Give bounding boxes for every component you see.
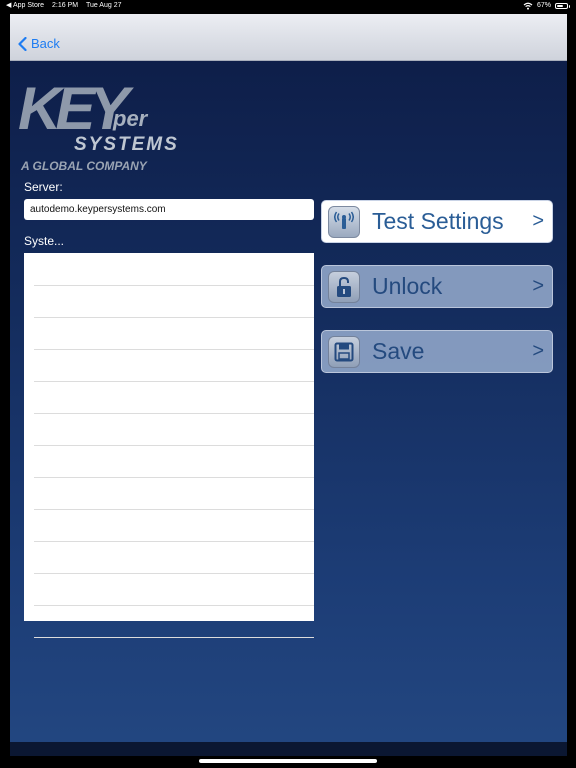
navigation-bar: Back <box>10 14 567 61</box>
floppy-disk-icon <box>328 335 360 368</box>
list-item[interactable] <box>34 317 314 318</box>
bottom-bar <box>10 742 567 756</box>
list-item[interactable] <box>34 349 314 350</box>
server-label: Server: <box>24 180 63 194</box>
test-settings-label: Test Settings <box>372 208 504 234</box>
battery-fill <box>557 5 564 7</box>
status-date: Tue Aug 27 <box>85 2 122 9</box>
unlock-padlock-icon <box>328 270 360 303</box>
unlock-label: Unlock <box>372 273 443 299</box>
unlock-button[interactable]: Unlock > <box>321 265 553 308</box>
list-item[interactable] <box>34 509 314 510</box>
test-settings-button[interactable]: Test Settings > <box>321 200 553 243</box>
app-panel: Back KEY per SYSTEMS A GLOBAL COMPANY Se… <box>10 14 567 756</box>
list-item[interactable] <box>34 381 314 382</box>
save-label: Save <box>372 338 425 364</box>
home-indicator[interactable] <box>199 759 377 763</box>
chevron-left-icon <box>18 36 27 51</box>
status-time: 2:16 PM <box>52 2 79 9</box>
status-right: 67% <box>523 0 570 12</box>
antenna-icon <box>328 205 360 238</box>
save-button[interactable]: Save > <box>321 330 553 373</box>
list-item[interactable] <box>34 285 314 286</box>
back-label: Back <box>31 36 60 51</box>
list-item[interactable] <box>34 637 314 638</box>
back-to-app-link[interactable]: ◀ App Store <box>6 2 44 9</box>
status-left: ◀ App Store 2:16 PM Tue Aug 27 <box>6 0 127 12</box>
list-item[interactable] <box>34 573 314 574</box>
list-item[interactable] <box>34 541 314 542</box>
chevron-right-icon: > <box>532 340 544 362</box>
list-item[interactable] <box>34 477 314 478</box>
system-list[interactable] <box>24 253 314 638</box>
battery-percent: 67% <box>536 2 551 9</box>
status-bar: ◀ App Store 2:16 PM Tue Aug 27 67% <box>0 0 576 12</box>
logo-systems-text: SYSTEMS <box>74 134 179 155</box>
system-label: Syste... <box>24 234 65 248</box>
chevron-right-icon: > <box>532 210 544 232</box>
battery-icon <box>555 3 570 9</box>
back-button[interactable]: Back <box>18 36 60 51</box>
logo-tagline: A GLOBAL COMPANY <box>21 159 147 173</box>
server-input[interactable] <box>24 199 314 220</box>
list-item[interactable] <box>34 445 314 446</box>
wifi-icon <box>523 2 533 10</box>
list-item[interactable] <box>34 605 314 606</box>
logo-key-text: KEY <box>18 75 129 142</box>
logo-per-text: per <box>113 106 148 131</box>
chevron-right-icon: > <box>532 275 544 297</box>
list-item[interactable] <box>34 413 314 414</box>
